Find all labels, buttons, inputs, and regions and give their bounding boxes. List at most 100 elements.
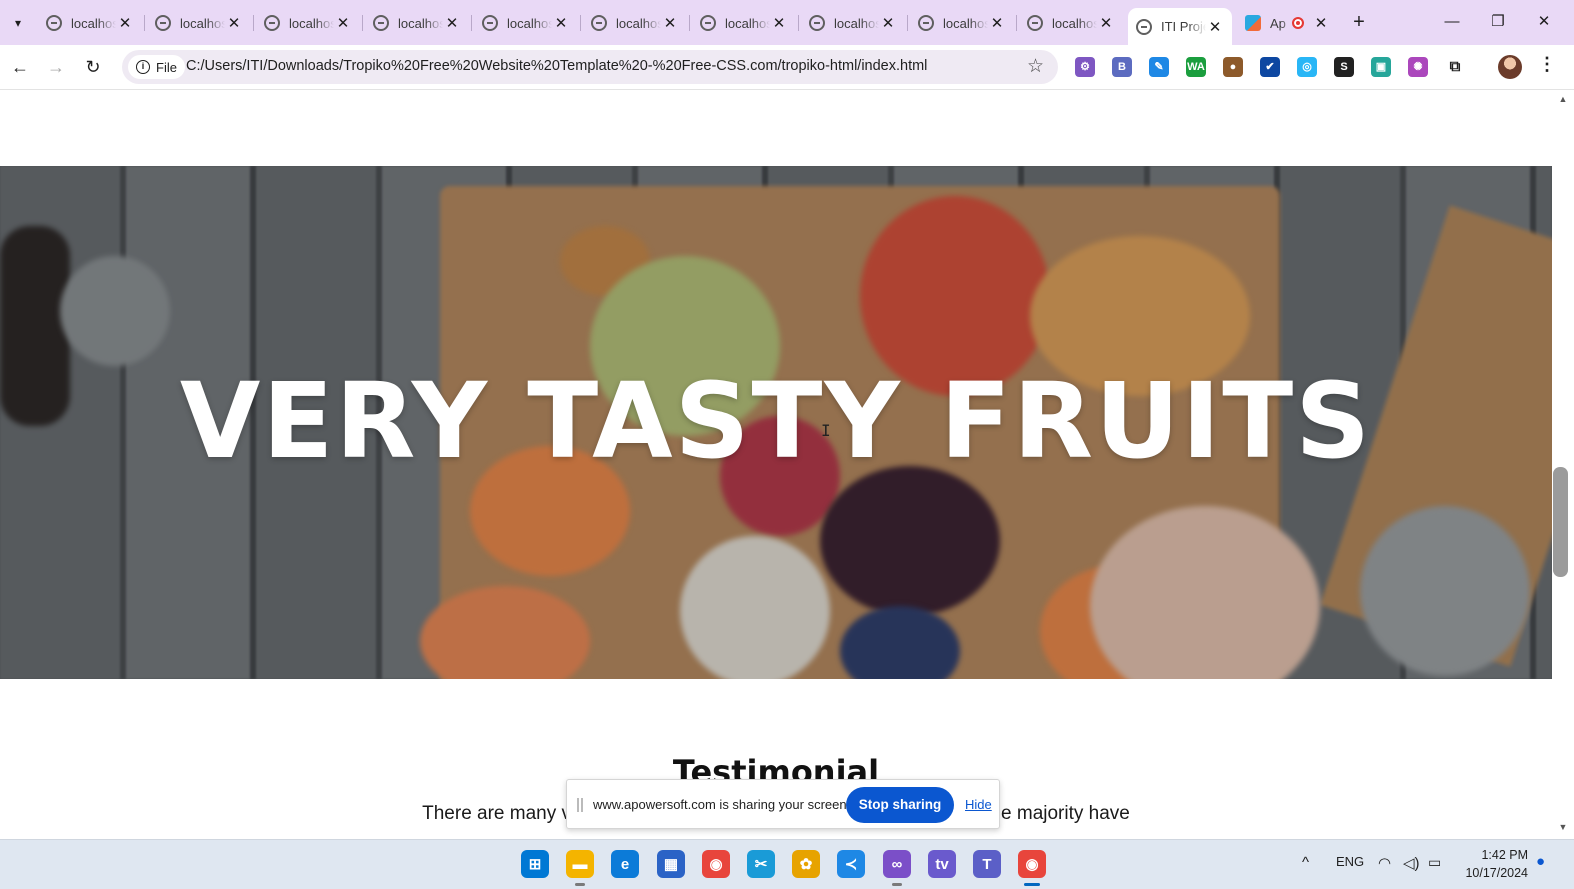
browser-tab[interactable]: localhost ✕ [256,8,363,38]
close-tab-icon[interactable]: ✕ [770,14,788,32]
edge-glyph: e [620,855,630,873]
teams-icon[interactable]: T [973,850,1001,878]
browser-tab[interactable]: localhost ✕ [910,8,1017,38]
minimize-button[interactable]: — [1429,8,1475,36]
url-text[interactable]: C:/Users/ITI/Downloads/Tropiko%20Free%20… [186,58,927,74]
tab-title: localhost [616,15,661,31]
visual-studio-icon[interactable]: ∞ [883,850,911,886]
close-tab-icon[interactable]: ✕ [879,14,897,32]
close-tab-icon[interactable]: ✕ [1312,14,1330,32]
tab-title: localhost [943,15,988,31]
new-tab-button[interactable]: + [1348,11,1370,33]
browser-tab[interactable]: localhost ✕ [583,8,690,38]
edge-icon[interactable]: e [611,850,639,878]
file-explorer-icon[interactable]: ▬ [566,850,594,886]
brain-extension-icon[interactable]: ✺ [1408,57,1428,77]
hero-banner: VERY TASTY FRUITS I [0,166,1552,679]
tab-search-button[interactable]: ▾ [5,10,31,36]
pen-extension-icon[interactable]: ✎ [1149,57,1169,77]
browser-tab[interactable]: localhost ✕ [38,8,145,38]
store-icon[interactable]: ▦ [657,850,685,878]
back-button[interactable]: ← [6,53,34,81]
close-window-button[interactable]: ✕ [1521,8,1567,36]
visual-studio-glyph: ∞ [891,855,903,873]
circle-extension-icon[interactable]: ◎ [1297,57,1317,77]
close-tab-icon[interactable]: ✕ [661,14,679,32]
snipping-icon[interactable]: ✂ [747,850,775,878]
chrome-active-icon[interactable]: ◉ [1018,850,1046,886]
text-cursor-icon: I [821,421,831,440]
tab-title: localhost [71,15,116,31]
iptv-icon[interactable]: tv [928,850,956,878]
cookie-extension-icon[interactable]: ● [1223,57,1243,77]
browser-tab[interactable]: localhost ✕ [147,8,254,38]
close-tab-icon[interactable]: ✕ [116,14,134,32]
language-indicator[interactable]: ENG [1336,854,1364,869]
battery-icon[interactable]: ▭ [1428,854,1441,871]
forward-button[interactable]: → [42,53,70,81]
globe-icon [264,15,280,31]
show-hidden-icons-chevron[interactable]: ^ [1302,854,1309,871]
site-info-chip[interactable]: i File [128,55,185,79]
menu-icon[interactable]: ⋮ [1538,54,1556,75]
reload-button[interactable]: ↻ [79,53,107,81]
recording-icon [1292,17,1304,29]
page-viewport: VERY TASTY FRUITS I Testimonial There ar… [0,91,1552,839]
tab-title: localhost [180,15,225,31]
stop-sharing-button[interactable]: Stop sharing [846,787,954,823]
drag-handle-icon[interactable] [577,798,583,812]
s-extension-icon[interactable]: S [1334,57,1354,77]
screen-extension-icon[interactable]: ▣ [1371,57,1391,77]
close-tab-icon[interactable]: ✕ [988,14,1006,32]
tab-separator [689,15,690,31]
close-tab-icon[interactable]: ✕ [443,14,461,32]
hide-link[interactable]: Hide [965,797,992,812]
vscode-icon[interactable]: ≺ [837,850,865,878]
bookmark-star-icon[interactable]: ☆ [1027,55,1044,78]
active-browser-tab[interactable]: ITI Project ✕ [1128,8,1232,45]
wifi-icon[interactable]: ◠ [1378,854,1391,872]
notification-bell-icon[interactable]: ● [1536,853,1545,870]
photos-icon[interactable]: ✿ [792,850,820,878]
browser-tab[interactable]: localhost ✕ [692,8,799,38]
wa-extension-icon[interactable]: WA [1186,57,1206,77]
volume-icon[interactable]: ◁) [1403,854,1420,872]
running-indicator [575,883,585,886]
globe-icon [482,15,498,31]
testimonial-text-end: e majority have [1001,803,1130,824]
profile-avatar[interactable] [1498,55,1522,79]
scroll-up-arrow-icon[interactable]: ▲ [1556,94,1570,108]
running-indicator [892,883,902,886]
puzzle-extension-icon[interactable]: ⧉ [1445,57,1465,77]
globe-icon [155,15,171,31]
restore-button[interactable]: ❐ [1475,8,1521,36]
chrome-icon[interactable]: ◉ [702,850,730,878]
globe-icon [918,15,934,31]
system-clock[interactable]: 1:42 PM 10/17/2024 [1456,846,1528,882]
browser-tab[interactable]: localhost ✕ [474,8,581,38]
windows-start-icon[interactable]: ⊞ [521,850,549,878]
tab-separator [580,15,581,31]
close-tab-icon[interactable]: ✕ [1206,18,1224,36]
clock-time: 1:42 PM [1481,848,1528,862]
address-bar[interactable]: i File C:/Users/ITI/Downloads/Tropiko%20… [122,50,1058,84]
scroll-down-arrow-icon[interactable]: ▼ [1556,822,1570,836]
close-tab-icon[interactable]: ✕ [552,14,570,32]
check-extension-icon[interactable]: ✔ [1260,57,1280,77]
b-extension-icon[interactable]: B [1112,57,1132,77]
globe-icon [1136,18,1152,35]
browser-tab[interactable]: localhost ✕ [365,8,472,38]
info-icon: i [136,60,150,74]
close-tab-icon[interactable]: ✕ [225,14,243,32]
browser-toolbar: ← → ↻ i File C:/Users/ITI/Downloads/Trop… [0,45,1574,90]
close-tab-icon[interactable]: ✕ [334,14,352,32]
scrollbar-thumb[interactable] [1553,467,1568,577]
tab-strip: ▾ localhost ✕ localhost ✕ localhost ✕ lo… [0,0,1574,45]
tab-title: Ap [1270,15,1286,31]
browser-tab[interactable]: localhost ✕ [1019,8,1123,38]
close-tab-icon[interactable]: ✕ [1097,14,1115,32]
gear-extension-icon[interactable]: ⚙ [1075,57,1095,77]
browser-tab[interactable]: Ap ✕ [1237,8,1341,38]
browser-tab[interactable]: localhost ✕ [801,8,908,38]
page-scrollbar[interactable]: ▲ ▼ [1552,91,1574,839]
